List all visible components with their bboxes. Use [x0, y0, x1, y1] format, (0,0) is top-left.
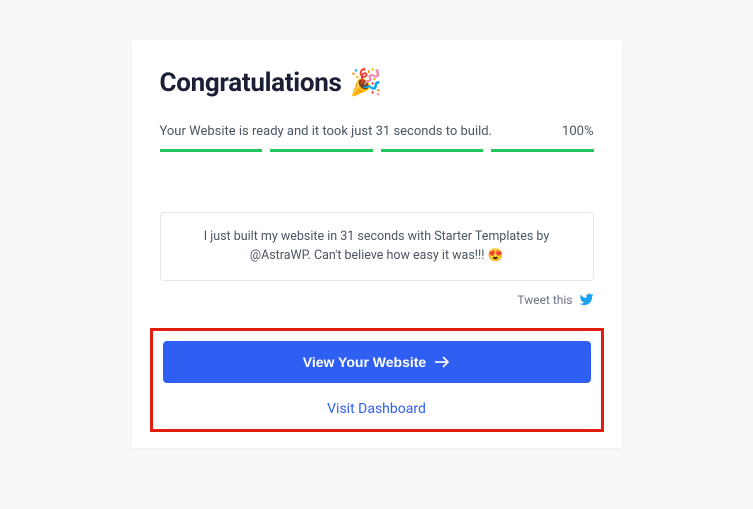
- progress-segment: [491, 149, 594, 152]
- status-row: Your Website is ready and it took just 3…: [160, 124, 594, 139]
- progress-percent: 100%: [562, 124, 593, 139]
- tweet-link-row: Tweet this: [160, 289, 594, 308]
- arrow-right-icon: [434, 356, 450, 368]
- status-text: Your Website is ready and it took just 3…: [160, 124, 493, 139]
- progress-segment: [160, 149, 263, 152]
- visit-dashboard-link[interactable]: Visit Dashboard: [163, 397, 591, 419]
- progress-segment: [381, 149, 484, 152]
- tweet-link-label: Tweet this: [517, 293, 572, 307]
- tweet-message-box: I just built my website in 31 seconds wi…: [160, 212, 594, 281]
- twitter-icon: [579, 292, 594, 307]
- title-row: Congratulations 🎉: [160, 68, 594, 98]
- progress-bar: [160, 149, 594, 152]
- party-popper-icon: 🎉: [350, 70, 382, 96]
- action-highlight-box: View Your Website Visit Dashboard: [150, 328, 604, 432]
- heart-eyes-icon: 😍: [488, 246, 504, 265]
- congrats-card: Congratulations 🎉 Your Website is ready …: [132, 40, 622, 448]
- page-title: Congratulations: [160, 68, 342, 98]
- progress-segment: [270, 149, 373, 152]
- primary-button-label: View Your Website: [303, 354, 426, 370]
- view-website-button[interactable]: View Your Website: [163, 341, 591, 383]
- tweet-this-link[interactable]: Tweet this: [517, 292, 593, 307]
